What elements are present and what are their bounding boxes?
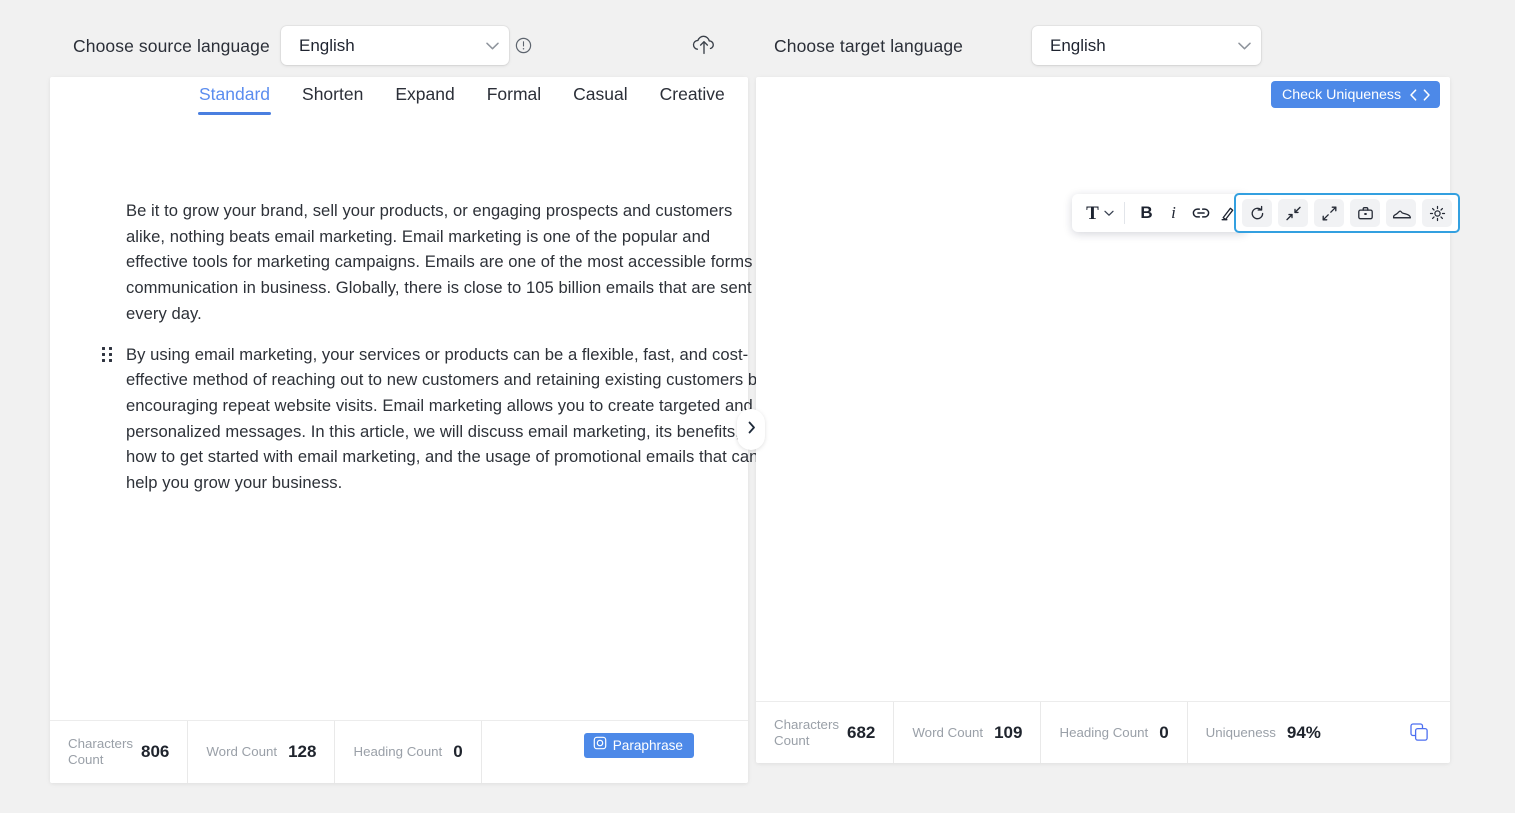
- tab-formal[interactable]: Formal: [487, 83, 541, 111]
- characters-count-value: 806: [141, 742, 169, 762]
- info-circle-icon[interactable]: [515, 37, 532, 54]
- sparkle-creative-icon[interactable]: [1422, 199, 1452, 227]
- source-language-label: Choose source language: [73, 34, 270, 58]
- paraphrase-label: Paraphrase: [613, 738, 683, 753]
- text-format-toolbar: T B i: [1072, 194, 1247, 232]
- target-footer: Characters Count 682 Word Count 109 Head…: [756, 701, 1450, 763]
- word-count-label: Word Count: [912, 725, 983, 741]
- source-text-body[interactable]: Be it to grow your brand, sell your prod…: [126, 198, 772, 496]
- heading-count-label: Heading Count: [353, 744, 442, 760]
- heading-count-label: Heading Count: [1059, 725, 1148, 741]
- paragraph-drag-handle[interactable]: [102, 347, 112, 363]
- shorten-icon[interactable]: [1278, 199, 1308, 227]
- link-icon[interactable]: [1187, 198, 1214, 228]
- source-characters-count: Characters Count 806: [50, 721, 188, 783]
- paragraph-text: By using email marketing, your services …: [126, 345, 765, 493]
- characters-count-label: Characters Count: [774, 717, 836, 749]
- paragraph[interactable]: By using email marketing, your services …: [126, 342, 772, 496]
- top-toolbar: Choose source language English Choose ta…: [0, 0, 1515, 77]
- chevron-down-icon: [475, 42, 509, 50]
- word-count-value: 109: [994, 723, 1022, 743]
- heading-count-value: 0: [1159, 723, 1168, 743]
- paragraph[interactable]: Be it to grow your brand, sell your prod…: [126, 198, 772, 327]
- tab-creative[interactable]: Creative: [660, 83, 725, 111]
- chevron-down-icon: [1104, 204, 1114, 222]
- tab-expand[interactable]: Expand: [395, 83, 454, 111]
- target-language-label: Choose target language: [774, 34, 963, 58]
- tab-casual[interactable]: Casual: [573, 83, 627, 111]
- toolbar-divider: [1124, 202, 1125, 224]
- target-language-select[interactable]: English: [1032, 26, 1261, 65]
- characters-count-value: 682: [847, 723, 875, 743]
- ai-rewrite-toolbar: [1234, 193, 1460, 233]
- source-language-select[interactable]: English: [281, 26, 509, 65]
- paraphrase-icon: [593, 736, 607, 755]
- source-language-value: English: [281, 36, 475, 56]
- characters-count-label: Characters Count: [68, 736, 130, 768]
- text-style-dropdown[interactable]: T: [1082, 198, 1118, 228]
- paraphrase-button[interactable]: Paraphrase: [584, 733, 694, 758]
- check-uniqueness-button[interactable]: Check Uniqueness: [1271, 81, 1440, 108]
- source-footer: Characters Count 806 Word Count 128 Head…: [50, 720, 748, 783]
- rewrite-icon[interactable]: [1242, 199, 1272, 227]
- heading-count-value: 0: [453, 742, 462, 762]
- target-editor-panel: Email marketing has become a popular mea…: [756, 77, 1450, 763]
- source-editor-panel: Standard Shorten Expand Formal Casual Cr…: [50, 77, 748, 783]
- italic-button[interactable]: i: [1160, 198, 1187, 228]
- chevron-right-icon: [747, 421, 756, 439]
- tab-standard[interactable]: Standard: [199, 83, 270, 111]
- uniqueness-nav: [1409, 89, 1431, 101]
- uniqueness-label: Uniqueness: [1206, 725, 1276, 741]
- cloud-upload-icon[interactable]: [691, 33, 717, 56]
- source-heading-count: Heading Count 0: [335, 721, 481, 783]
- briefcase-formal-icon[interactable]: [1350, 199, 1380, 227]
- bold-button[interactable]: B: [1133, 198, 1160, 228]
- chevron-right-icon[interactable]: [1422, 89, 1431, 101]
- target-uniqueness: Uniqueness 94%: [1188, 702, 1339, 763]
- word-count-label: Word Count: [206, 744, 277, 760]
- source-word-count: Word Count 128: [188, 721, 335, 783]
- tab-shorten[interactable]: Shorten: [302, 83, 363, 111]
- check-uniqueness-label: Check Uniqueness: [1282, 87, 1401, 103]
- app-root: Choose source language English Choose ta…: [0, 0, 1515, 813]
- target-word-count: Word Count 109: [894, 702, 1041, 763]
- rewrite-mode-tabs: Standard Shorten Expand Formal Casual Cr…: [50, 83, 748, 117]
- word-count-value: 128: [288, 742, 316, 762]
- uniqueness-value: 94%: [1287, 723, 1321, 743]
- text-style-icon: T: [1086, 204, 1099, 223]
- target-heading-count: Heading Count 0: [1041, 702, 1187, 763]
- expand-icon[interactable]: [1314, 199, 1344, 227]
- copy-icon[interactable]: [1407, 721, 1431, 745]
- shoe-casual-icon[interactable]: [1386, 199, 1416, 227]
- chevron-left-icon[interactable]: [1409, 89, 1418, 101]
- target-language-value: English: [1032, 36, 1227, 56]
- panel-collapse-button[interactable]: [737, 409, 765, 450]
- target-characters-count: Characters Count 682: [756, 702, 894, 763]
- chevron-down-icon: [1227, 42, 1261, 50]
